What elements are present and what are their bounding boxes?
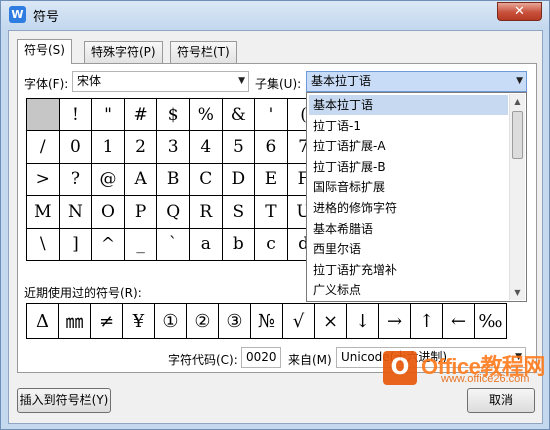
office-logo-watermark: O (383, 351, 417, 385)
char-code-label: 字符代码(C): (168, 353, 238, 367)
symbol-cell[interactable]: a (189, 228, 223, 261)
subset-option[interactable]: 国际音标扩展 (309, 177, 508, 197)
recent-symbols-grid: Δ ㎜ ≠ ¥ ① ② ③ № √ × ↓ → ↑ ← ‰ (26, 303, 507, 339)
subset-option[interactable]: 进格的修饰字符 (309, 198, 508, 218)
font-select[interactable]: 宋体 ▼ (72, 71, 249, 92)
subset-option[interactable]: 拉丁语-1 (309, 116, 508, 136)
symbol-cell[interactable] (27, 99, 60, 132)
insert-to-symbol-bar-button[interactable]: 插入到符号栏(Y) (17, 388, 111, 413)
recent-symbol-cell[interactable]: Δ (27, 304, 59, 339)
subset-option[interactable]: 拉丁语扩展-A (309, 136, 508, 156)
char-code-input[interactable]: 0020 (241, 347, 281, 368)
symbol-cell[interactable]: & (222, 99, 256, 132)
symbol-cell[interactable]: N (59, 196, 93, 229)
recent-symbol-cell[interactable]: ③ (219, 304, 251, 339)
window-title: 符号 (33, 10, 60, 25)
symbol-cell[interactable]: 3 (157, 131, 190, 164)
symbol-cell[interactable]: ! (59, 99, 93, 132)
symbol-cell[interactable]: Q (157, 196, 190, 229)
recent-symbol-cell[interactable]: № (251, 304, 283, 339)
symbol-cell[interactable]: 4 (189, 131, 223, 164)
recent-symbol-cell[interactable]: √ (283, 304, 315, 339)
subset-option[interactable]: 基本拉丁语 (309, 95, 508, 115)
symbol-cell[interactable]: % (189, 99, 223, 132)
symbol-cell[interactable]: 0 (59, 131, 93, 164)
recent-symbol-cell[interactable]: ¥ (123, 304, 155, 339)
symbol-cell[interactable]: E (255, 163, 288, 197)
watermark-url: www.office26.com (441, 373, 530, 385)
symbol-cell[interactable]: T (255, 196, 288, 229)
symbol-cell[interactable]: ^ (92, 228, 125, 261)
symbol-cell[interactable]: O (92, 196, 125, 229)
recent-symbol-cell[interactable]: ≠ (91, 304, 123, 339)
symbol-dialog: W 符号 ✕ 符号(S) 特殊字符(P) 符号栏(T) 字体(F): 宋体 ▼ … (0, 0, 550, 430)
symbol-cell[interactable]: # (124, 99, 158, 132)
recent-symbol-cell[interactable]: ① (155, 304, 187, 339)
symbol-cell[interactable]: 6 (255, 131, 288, 164)
chevron-down-icon: ▼ (238, 76, 245, 86)
symbol-cell[interactable]: B (157, 163, 190, 197)
subset-select-value: 基本拉丁语 (311, 74, 372, 88)
scroll-up-icon[interactable]: ▲ (510, 94, 525, 109)
symbol-cell[interactable]: ' (255, 99, 288, 132)
subset-option[interactable]: 拉丁语扩充增补 (309, 260, 508, 280)
symbol-cell[interactable]: > (27, 163, 60, 197)
symbol-cell[interactable]: " (92, 99, 125, 132)
from-label: 来自(M) (288, 353, 332, 367)
subset-option[interactable]: 基本希腊语 (309, 219, 508, 239)
recent-symbol-cell[interactable]: ㎜ (59, 304, 91, 339)
symbol-cell[interactable]: $ (157, 99, 190, 132)
scroll-down-icon[interactable]: ▼ (510, 285, 525, 300)
symbol-cell[interactable]: ? (59, 163, 93, 197)
dropdown-scrollbar[interactable]: ▲ ▼ (509, 94, 525, 300)
recent-symbol-cell[interactable]: ↑ (411, 304, 443, 339)
symbol-cell[interactable]: b (222, 228, 256, 261)
font-select-value: 宋体 (77, 74, 102, 88)
symbol-cell[interactable]: 1 (92, 131, 125, 164)
symbol-cell[interactable]: / (27, 131, 60, 164)
symbol-cell[interactable]: C (189, 163, 223, 197)
recent-symbols-label: 近期使用过的符号(R): (24, 286, 142, 300)
recent-symbol-cell[interactable]: ‰ (475, 304, 507, 339)
scrollbar-thumb[interactable] (512, 111, 523, 159)
recent-symbol-cell[interactable]: ② (187, 304, 219, 339)
symbol-cell[interactable]: R (189, 196, 223, 229)
subset-option[interactable]: 广义标点 (309, 280, 508, 300)
symbol-cell[interactable]: 2 (124, 131, 158, 164)
recent-symbol-cell[interactable]: × (315, 304, 347, 339)
tab-symbols[interactable]: 符号(S) (17, 39, 72, 64)
tab-symbol-bar[interactable]: 符号栏(T) (170, 41, 237, 63)
symbol-cell[interactable]: ] (59, 228, 93, 261)
recent-symbol-cell[interactable]: ← (443, 304, 475, 339)
symbol-cell[interactable]: A (124, 163, 158, 197)
symbol-cell[interactable]: S (222, 196, 256, 229)
symbol-cell[interactable]: M (27, 196, 60, 229)
subset-select[interactable]: 基本拉丁语 ▼ (306, 71, 527, 92)
cancel-button[interactable]: 取消 (467, 388, 535, 413)
subset-option[interactable]: 西里尔语 (309, 239, 508, 259)
subset-dropdown-list: 基本拉丁语 拉丁语-1 拉丁语扩展-A 拉丁语扩展-B 国际音标扩展 进格的修饰字符 基本希… (306, 92, 527, 302)
symbol-cell[interactable]: P (124, 196, 158, 229)
subset-label: 子集(U): (255, 77, 302, 91)
symbol-cell[interactable]: 5 (222, 131, 256, 164)
symbol-cell[interactable]: @ (92, 163, 125, 197)
symbol-cell[interactable]: _ (124, 228, 158, 261)
tab-special-characters[interactable]: 特殊字符(P) (84, 41, 163, 63)
subset-option[interactable]: 拉丁语扩展-B (309, 157, 508, 177)
chevron-down-icon: ▼ (516, 76, 523, 86)
symbol-cell[interactable]: D (222, 163, 256, 197)
close-button[interactable]: ✕ (497, 2, 542, 21)
symbol-cell[interactable]: \ (27, 228, 60, 261)
symbol-cell[interactable]: ` (157, 228, 190, 261)
title-bar: W 符号 ✕ (1, 1, 549, 28)
recent-symbol-cell[interactable]: ↓ (347, 304, 379, 339)
font-label: 字体(F): (24, 77, 69, 91)
wps-writer-icon: W (9, 6, 26, 23)
recent-symbol-cell[interactable]: → (379, 304, 411, 339)
symbol-cell[interactable]: c (255, 228, 288, 261)
